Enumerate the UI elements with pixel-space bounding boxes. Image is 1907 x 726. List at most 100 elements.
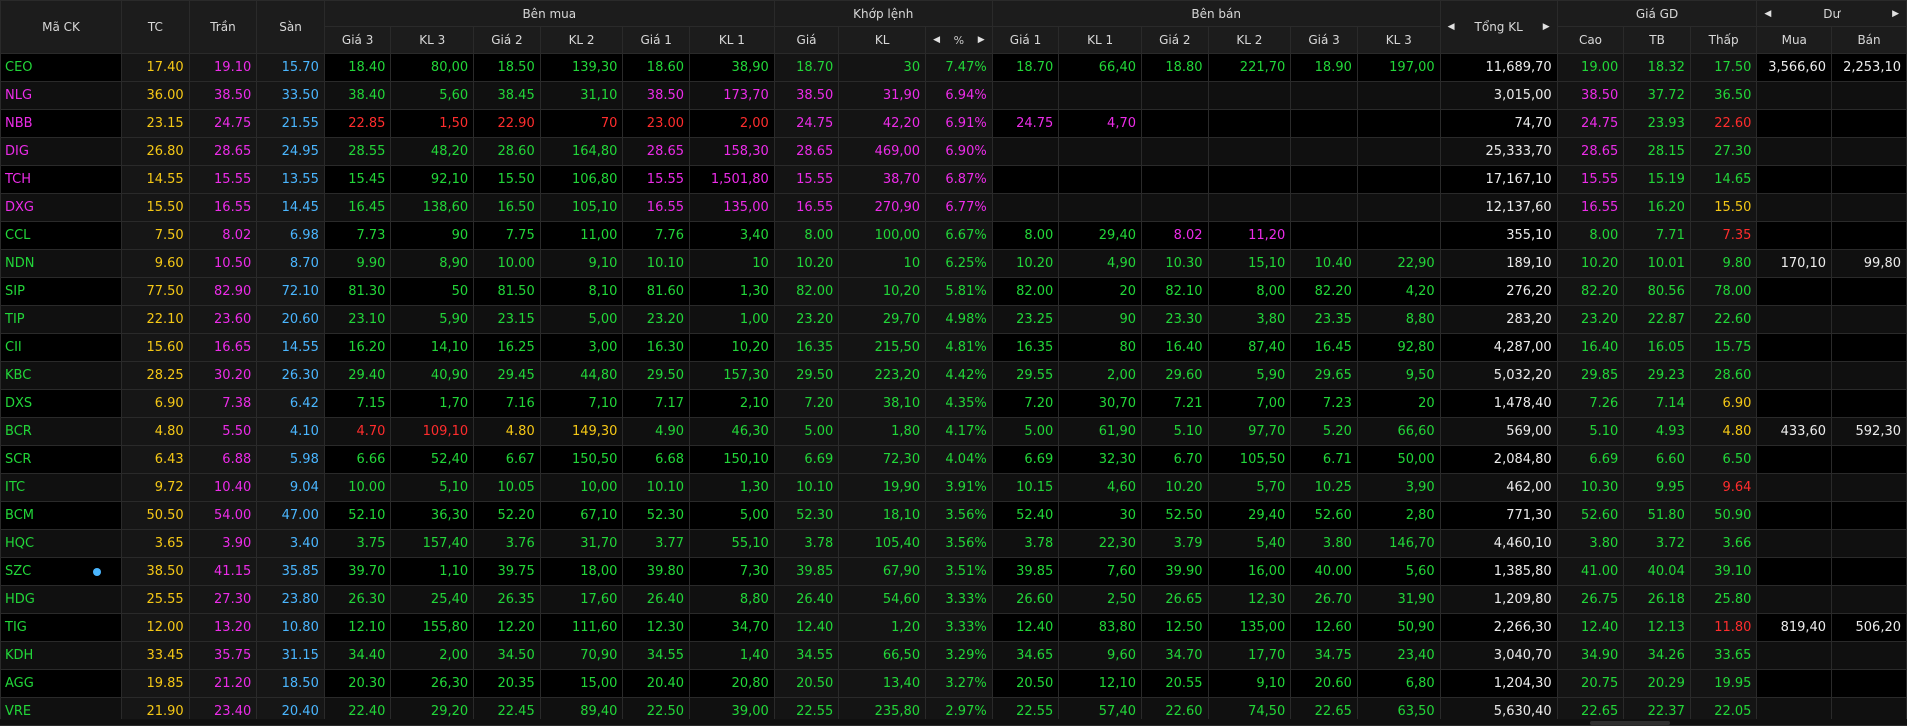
header-buy-3[interactable]: KL 2 bbox=[539, 26, 624, 54]
scroll-right-icon[interactable]: ▶ bbox=[1543, 22, 1550, 32]
header-buy-2[interactable]: Giá 2 bbox=[473, 26, 541, 54]
symbol-cell[interactable]: CII bbox=[0, 333, 123, 362]
table-row[interactable]: NLG 36.00 38.50 33.50 38.40 5,60 38.45 31,10 38.… bbox=[0, 81, 1907, 110]
buy-price-cell: 20.30 bbox=[323, 669, 392, 698]
scroll-left-icon[interactable]: ◀ bbox=[1448, 22, 1455, 32]
header-symbol[interactable]: Mã CK bbox=[0, 0, 123, 54]
symbol-cell[interactable]: BCR bbox=[0, 417, 123, 446]
symbol-cell[interactable]: SZC bbox=[0, 557, 123, 586]
header-match-percent[interactable]: ◀% ▶ bbox=[925, 26, 993, 54]
table-row[interactable]: KDH 33.45 35.75 31.15 34.40 2,00 34.50 70,90 34.… bbox=[0, 641, 1907, 670]
header-sell-1-label: KL 1 bbox=[1087, 33, 1114, 47]
table-row[interactable]: SCR 6.43 6.88 5.98 6.66 52,40 6.67 150,50 6.68 15… bbox=[0, 445, 1907, 474]
symbol-cell[interactable]: ITC bbox=[0, 473, 123, 502]
buy-price-cell: 16.30 bbox=[622, 333, 691, 362]
table-row[interactable]: AGG 19.85 21.20 18.50 20.30 26,30 20.35 15,00 20… bbox=[0, 669, 1907, 698]
table-row[interactable]: DXS 6.90 7.38 6.42 7.15 1,70 7.16 7,10 7.17 2,10 7… bbox=[0, 389, 1907, 418]
header-buy-4[interactable]: Giá 1 bbox=[622, 26, 691, 54]
table-row[interactable]: BCR 4.80 5.50 4.10 4.70 109,10 4.80 149,30 4.90 4… bbox=[0, 417, 1907, 446]
symbol-cell[interactable]: NDN bbox=[0, 249, 123, 278]
symbol-cell[interactable]: SCR bbox=[0, 445, 123, 474]
symbol-cell[interactable]: BCM bbox=[0, 501, 123, 530]
remain-sell-cell bbox=[1831, 473, 1907, 502]
symbol-cell[interactable]: NLG bbox=[0, 81, 123, 110]
header-ceiling[interactable]: Trần bbox=[188, 0, 258, 54]
header-match-group: Khớp lệnh bbox=[773, 0, 993, 27]
table-row[interactable]: CCL 7.50 8.02 6.98 7.73 90 7.75 11,00 7.76 3,40 8.… bbox=[0, 221, 1907, 250]
sell-volume-cell: 23,40 bbox=[1356, 641, 1441, 670]
table-row[interactable]: HDG 25.55 27.30 23.80 26.30 25,40 26.35 17,60 26… bbox=[0, 585, 1907, 614]
sell-price-cell: 12.60 bbox=[1290, 613, 1358, 642]
buy-price-cell: 15.45 bbox=[323, 165, 392, 194]
symbol-cell[interactable]: DIG bbox=[0, 137, 123, 166]
ceiling-cell: 8.02 bbox=[188, 221, 258, 250]
header-sell-4[interactable]: Giá 3 bbox=[1290, 26, 1358, 54]
header-buy-0[interactable]: Giá 3 bbox=[323, 26, 392, 54]
table-row[interactable]: NDN 9.60 10.50 8.70 9.90 8,90 10.00 9,10 10.10 10… bbox=[0, 249, 1907, 278]
header-price-2-label: Thấp bbox=[1708, 33, 1739, 47]
table-row[interactable]: CII 15.60 16.65 14.55 16.20 14,10 16.25 3,00 16.… bbox=[0, 333, 1907, 362]
header-sell-0[interactable]: Giá 1 bbox=[991, 26, 1060, 54]
remain-buy-cell bbox=[1756, 305, 1833, 334]
horizontal-scrollbar[interactable] bbox=[0, 719, 1907, 725]
stock-table: Mã CK TC Trần Sàn Bên mua Khớp lệnh Bên … bbox=[0, 0, 1907, 726]
table-row[interactable]: CEO 17.40 19.10 15.70 18.40 80,00 18.50 139,30 1… bbox=[0, 53, 1907, 82]
header-sell-2[interactable]: Giá 2 bbox=[1141, 26, 1209, 54]
remain-left-icon[interactable]: ◀ bbox=[1764, 9, 1771, 19]
symbol-cell[interactable]: CEO bbox=[0, 53, 123, 82]
table-row[interactable]: HQC 3.65 3.90 3.40 3.75 157,40 3.76 31,70 3.77 55… bbox=[0, 529, 1907, 558]
header-match-volume[interactable]: KL bbox=[838, 26, 927, 54]
table-row[interactable]: SZC 38.50 41.15 35.85 39.70 1,10 39.75 18,00 39.… bbox=[0, 557, 1907, 586]
header-buy-1[interactable]: KL 3 bbox=[390, 26, 475, 54]
table-row[interactable]: SIP 77.50 82.90 72.10 81.30 50 81.50 8,10 81.60 1… bbox=[0, 277, 1907, 306]
sell-price-cell: 16.40 bbox=[1141, 333, 1209, 362]
header-remain-1[interactable]: Bán bbox=[1831, 26, 1907, 54]
buy-price-cell: 22.85 bbox=[323, 109, 392, 138]
table-row[interactable]: KBC 28.25 30.20 26.30 29.40 40,90 29.45 44,80 29… bbox=[0, 361, 1907, 390]
symbol-cell[interactable]: CCL bbox=[0, 221, 123, 250]
symbol-cell[interactable]: KBC bbox=[0, 361, 123, 390]
scrollbar-thumb[interactable] bbox=[1590, 721, 1670, 725]
table-row[interactable]: ITC 9.72 10.40 9.04 10.00 5,10 10.05 10,00 10.10… bbox=[0, 473, 1907, 502]
table-row[interactable]: DIG 26.80 28.65 24.95 28.55 48,20 28.60 164,80 2… bbox=[0, 137, 1907, 166]
remain-right-icon[interactable]: ▶ bbox=[1892, 9, 1899, 19]
sort-percent-icon[interactable]: % bbox=[954, 34, 964, 47]
header-sell-5[interactable]: KL 3 bbox=[1356, 26, 1441, 54]
header-total-volume[interactable]: ◀ Tổng KL ▶ bbox=[1439, 0, 1558, 54]
symbol-cell[interactable]: TIP bbox=[0, 305, 123, 334]
symbol-cell[interactable]: HDG bbox=[0, 585, 123, 614]
symbol-cell[interactable]: SIP bbox=[0, 277, 123, 306]
header-price-2[interactable]: Thấp bbox=[1689, 26, 1758, 54]
remain-buy-cell bbox=[1756, 557, 1833, 586]
table-row[interactable]: BCM 50.50 54.00 47.00 52.10 36,30 52.20 67,10 52… bbox=[0, 501, 1907, 530]
remain-buy-cell bbox=[1756, 361, 1833, 390]
symbol-cell[interactable]: AGG bbox=[0, 669, 123, 698]
symbol-cell[interactable]: DXS bbox=[0, 389, 123, 418]
header-buy-5[interactable]: KL 1 bbox=[689, 26, 775, 54]
symbol-cell[interactable]: KDH bbox=[0, 641, 123, 670]
table-row[interactable]: NBB 23.15 24.75 21.55 22.85 1,50 22.90 70 23.00 2… bbox=[0, 109, 1907, 138]
buy-volume-cell: 109,10 bbox=[390, 417, 475, 446]
header-remain-0[interactable]: Mua bbox=[1756, 26, 1833, 54]
symbol-cell[interactable]: DXG bbox=[0, 193, 123, 222]
table-row[interactable]: TIG 12.00 13.20 10.80 12.10 155,80 12.20 111,60… bbox=[0, 613, 1907, 642]
symbol-cell[interactable]: TIG bbox=[0, 613, 123, 642]
ceiling-cell: 82.90 bbox=[188, 277, 258, 306]
percent-right-icon[interactable]: ▶ bbox=[978, 35, 985, 45]
table-row[interactable]: TIP 22.10 23.60 20.60 23.10 5,90 23.15 5,00 23.2… bbox=[0, 305, 1907, 334]
table-row[interactable]: DXG 15.50 16.55 14.45 16.45 138,60 16.50 105,10… bbox=[0, 193, 1907, 222]
table-row[interactable]: TCH 14.55 15.55 13.55 15.45 92,10 15.50 106,80 1… bbox=[0, 165, 1907, 194]
buy-volume-cell: 8,80 bbox=[689, 585, 775, 614]
buy-price-cell: 39.80 bbox=[622, 557, 691, 586]
header-price-0[interactable]: Cao bbox=[1556, 26, 1625, 54]
symbol-cell[interactable]: HQC bbox=[0, 529, 123, 558]
header-tc[interactable]: TC bbox=[121, 0, 190, 54]
header-price-1[interactable]: TB bbox=[1623, 26, 1691, 54]
header-floor[interactable]: Sàn bbox=[256, 0, 325, 54]
header-sell-1[interactable]: KL 1 bbox=[1058, 26, 1142, 54]
header-sell-3[interactable]: KL 2 bbox=[1207, 26, 1292, 54]
percent-left-icon[interactable]: ◀ bbox=[933, 35, 940, 45]
header-match-price[interactable]: Giá bbox=[773, 26, 840, 54]
symbol-cell[interactable]: NBB bbox=[0, 109, 123, 138]
symbol-cell[interactable]: TCH bbox=[0, 165, 123, 194]
